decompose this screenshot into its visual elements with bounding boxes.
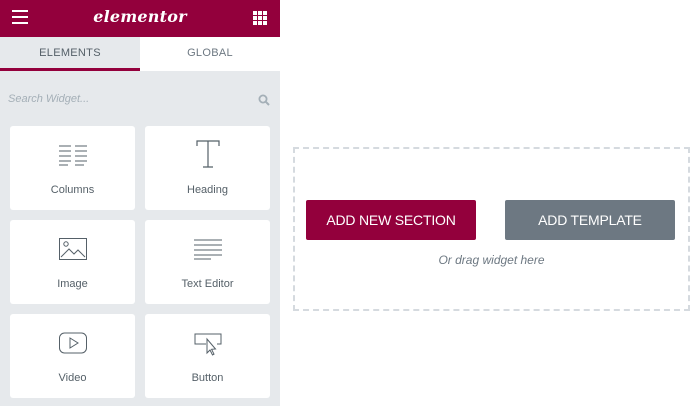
columns-icon (58, 145, 87, 166)
widget-columns[interactable]: Columns (10, 126, 135, 210)
widget-button[interactable]: Button (145, 314, 270, 398)
add-new-section-button[interactable]: ADD NEW SECTION (306, 200, 476, 240)
drop-zone[interactable]: ADD NEW SECTION ADD TEMPLATE Or drag wid… (293, 147, 690, 311)
widget-text-editor[interactable]: Text Editor (145, 220, 270, 304)
grid-icon[interactable] (253, 11, 267, 25)
widget-label: Video (58, 372, 87, 384)
widget-label: Heading (187, 184, 228, 196)
widget-label: Button (191, 372, 224, 384)
panel-header: elementor (0, 0, 280, 37)
video-icon (58, 332, 87, 354)
button-icon (194, 333, 221, 356)
heading-icon (195, 140, 220, 168)
drag-widget-hint: Or drag widget here (438, 253, 545, 267)
elementor-logo: elementor (93, 7, 187, 26)
search-icon[interactable] (258, 94, 270, 106)
widget-label: Text Editor (181, 278, 234, 290)
search-input[interactable] (8, 88, 244, 110)
tab-elements[interactable]: ELEMENTS (0, 37, 140, 71)
widget-label: Image (57, 278, 88, 290)
widget-label: Columns (50, 184, 95, 196)
widget-image[interactable]: Image (10, 220, 135, 304)
text-editor-icon (193, 239, 222, 260)
tab-global[interactable]: GLOBAL (140, 37, 280, 71)
widget-video[interactable]: Video (10, 314, 135, 398)
widget-search (0, 82, 280, 116)
panel-tabs: ELEMENTS GLOBAL (0, 37, 280, 71)
add-template-button[interactable]: ADD TEMPLATE (505, 200, 675, 240)
editor-panel: elementor ELEMENTS GLOBAL Search Widget.… (0, 0, 280, 406)
image-icon (58, 238, 87, 260)
widget-heading[interactable]: Heading (145, 126, 270, 210)
